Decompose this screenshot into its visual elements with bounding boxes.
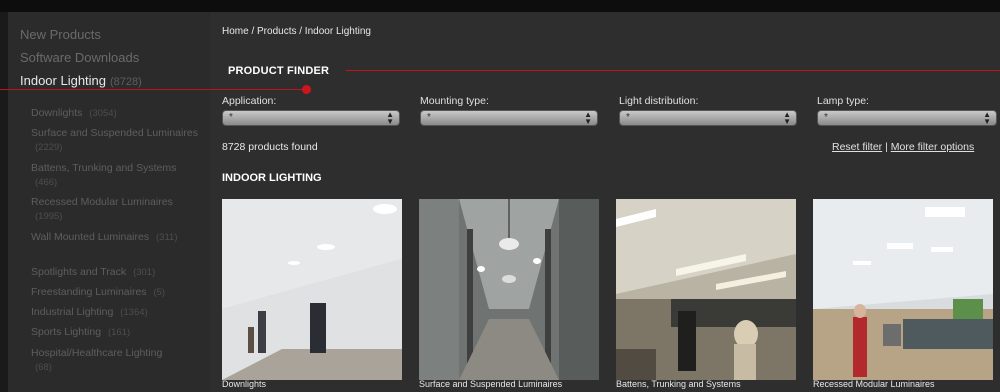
active-indicator-line <box>0 89 306 90</box>
sidebar-subitem-wall-mounted[interactable]: Wall Mounted Luminaires (311) <box>31 230 201 245</box>
sidebar-item-label: New Products <box>20 27 101 42</box>
sidebar-item-software-downloads[interactable]: Software Downloads <box>20 50 139 65</box>
subitem-label: Freestanding Luminaires <box>31 286 147 298</box>
sidebar-subitem-hospital[interactable]: Hospital/Healthcare Lighting (68) <box>31 346 171 375</box>
updown-arrows-icon: ▲ ▼ <box>386 110 394 126</box>
subitem-label: Hospital/Healthcare Lighting <box>31 347 163 359</box>
subitem-count: (1364) <box>120 307 148 318</box>
section-title: INDOOR LIGHTING <box>222 172 322 184</box>
updown-arrows-icon: ▲ ▼ <box>584 110 592 126</box>
sidebar-subitem-downlights[interactable]: Downlights (3054) <box>31 106 201 121</box>
tile-battens-image[interactable] <box>616 199 796 380</box>
subitem-label: Recessed Modular Luminaires <box>31 196 173 208</box>
select-value: * <box>626 112 630 123</box>
subitem-count: (2229) <box>35 142 63 153</box>
subitem-count: (311) <box>156 232 178 243</box>
top-bar <box>0 0 1000 12</box>
filter-label-lamp: Lamp type: <box>817 95 869 107</box>
select-value: * <box>824 112 828 123</box>
tile-recessed-modular-image[interactable] <box>813 199 993 380</box>
subitem-count: (301) <box>133 267 156 278</box>
subitem-label: Battens, Trunking and Systems <box>31 162 177 174</box>
select-value: * <box>427 112 431 123</box>
subitem-label: Wall Mounted Luminaires <box>31 231 150 243</box>
sidebar-subitem-recessed[interactable]: Recessed Modular Luminaires (1995) <box>31 195 201 224</box>
tile-label[interactable]: Battens, Trunking and Systems <box>616 379 741 389</box>
sidebar-subitem-industrial[interactable]: Industrial Lighting (1364) <box>31 305 201 320</box>
mounting-type-select[interactable]: * ▲ ▼ <box>420 110 598 126</box>
sidebar-item-label: Software Downloads <box>20 50 140 65</box>
subitem-count: (466) <box>35 177 58 188</box>
filter-links: Reset filter | More filter options <box>832 141 974 153</box>
red-dot-icon <box>302 85 311 94</box>
subitem-count: (1995) <box>35 211 63 222</box>
subitem-label: Sports Lighting <box>31 326 102 338</box>
sidebar-subitem-spotlights[interactable]: Spotlights and Track (301) <box>31 265 201 280</box>
subitem-label: Surface and Suspended Luminaires <box>31 127 198 139</box>
sidebar-item-count: (8728) <box>110 76 142 88</box>
filter-label-application: Application: <box>222 95 277 107</box>
subitem-count: (5) <box>153 287 166 298</box>
lamp-type-select[interactable]: * ▲ ▼ <box>817 110 997 126</box>
subitem-label: Industrial Lighting <box>31 306 114 318</box>
subitem-count: (68) <box>35 362 52 373</box>
sidebar-item-indoor-lighting[interactable]: Indoor Lighting (8728) <box>20 73 142 88</box>
light-distribution-select[interactable]: * ▲ ▼ <box>619 110 797 126</box>
tile-label[interactable]: Recessed Modular Luminaires <box>813 379 935 389</box>
subitem-label: Spotlights and Track <box>31 266 127 278</box>
filter-label-distribution: Light distribution: <box>619 95 699 107</box>
section-divider-line <box>346 70 1000 71</box>
sidebar-subitem-freestanding[interactable]: Freestanding Luminaires (5) <box>31 285 201 300</box>
tile-surface-suspended-image[interactable] <box>419 199 599 380</box>
application-select[interactable]: * ▲ ▼ <box>222 110 400 126</box>
sidebar-subitem-surface-suspended[interactable]: Surface and Suspended Luminaires (2229) <box>31 126 201 155</box>
sidebar-subitem-battens[interactable]: Battens, Trunking and Systems (466) <box>31 161 201 190</box>
tile-label[interactable]: Downlights <box>222 379 266 389</box>
breadcrumb[interactable]: Home / Products / Indoor Lighting <box>222 26 371 37</box>
sidebar-item-new-products[interactable]: New Products <box>20 27 101 42</box>
link-separator: | <box>885 141 888 153</box>
sidebar-item-label: Indoor Lighting <box>20 73 107 88</box>
results-count: 8728 products found <box>222 141 318 153</box>
sidebar-subitem-sports[interactable]: Sports Lighting (161) <box>31 325 201 340</box>
product-finder-title: PRODUCT FINDER <box>228 65 330 77</box>
subitem-label: Downlights <box>31 107 83 119</box>
subitem-count: (3054) <box>89 108 117 119</box>
more-filter-options-link[interactable]: More filter options <box>891 141 974 153</box>
filter-label-mounting: Mounting type: <box>420 95 489 107</box>
subitem-count: (161) <box>107 327 131 338</box>
updown-arrows-icon: ▲ ▼ <box>983 110 991 126</box>
reset-filter-link[interactable]: Reset filter <box>832 141 882 153</box>
select-value: * <box>229 112 233 123</box>
tile-label[interactable]: Surface and Suspended Luminaires <box>419 379 562 389</box>
tile-downlights-image[interactable] <box>222 199 402 380</box>
updown-arrows-icon: ▲ ▼ <box>783 110 791 126</box>
